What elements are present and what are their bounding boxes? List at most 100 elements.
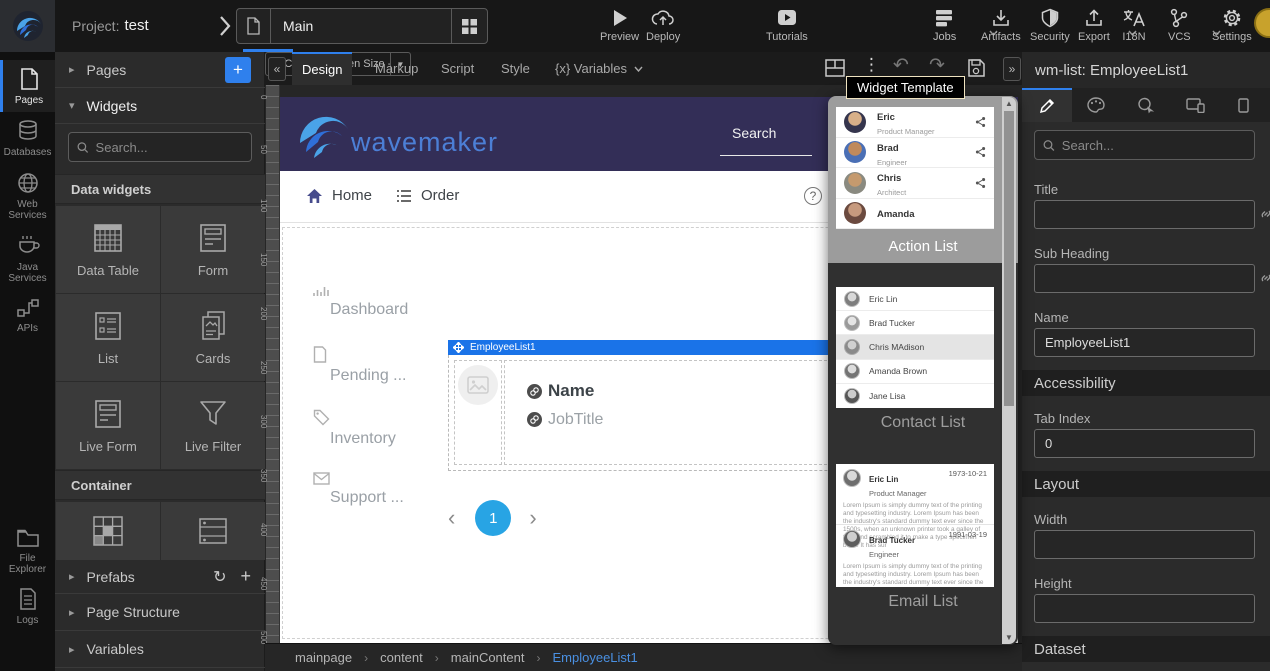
split-layout-icon[interactable] xyxy=(825,59,845,77)
popup-scrollbar[interactable]: ▲ ▼ xyxy=(1002,97,1016,644)
tab-events[interactable] xyxy=(1121,88,1171,122)
wavemaker-logo[interactable] xyxy=(0,0,55,52)
artifacts-menu[interactable]: Artifacts xyxy=(981,8,1021,43)
width-input[interactable] xyxy=(1034,530,1255,559)
properties-search[interactable] xyxy=(1034,130,1255,160)
add-page-button[interactable]: + xyxy=(225,57,251,83)
accessibility-section[interactable]: Accessibility xyxy=(1022,370,1270,396)
app-search-underline[interactable] xyxy=(720,155,812,156)
next-page-icon[interactable]: › xyxy=(529,505,536,531)
breadcrumb-maincontent[interactable]: mainContent xyxy=(451,650,525,665)
chevron-right-icon[interactable] xyxy=(218,14,232,38)
widget-tile-form[interactable]: Form xyxy=(161,206,265,293)
tutorials-button[interactable]: Tutorials xyxy=(766,8,808,43)
current-page-badge[interactable]: 1 xyxy=(475,500,511,536)
breadcrumb-employeelist1[interactable]: EmployeeList1 xyxy=(552,650,637,665)
template-contact-list[interactable]: Eric Lin Brad Tucker Chris MAdison Amand… xyxy=(836,287,994,408)
export-menu[interactable]: Export xyxy=(1078,8,1110,43)
widget-tile-live-form[interactable]: Live Form xyxy=(56,382,160,469)
rail-item-file-explorer[interactable]: File Explorer xyxy=(0,520,55,581)
layout-section[interactable]: Layout xyxy=(1022,471,1270,497)
app-search-label[interactable]: Search xyxy=(732,125,776,141)
scrollbar-thumb[interactable] xyxy=(1004,111,1014,406)
title-input[interactable] xyxy=(1034,200,1255,229)
prefabs-section-toggle[interactable]: ▸ Prefabs ↻ + xyxy=(55,560,265,594)
tab-style[interactable]: Style xyxy=(491,52,540,85)
rail-item-databases[interactable]: Databases xyxy=(0,112,55,164)
vcs-menu[interactable]: VCS xyxy=(1168,8,1191,43)
tab-markup[interactable]: Markup xyxy=(365,52,428,85)
widget-search[interactable] xyxy=(68,132,252,162)
height-input[interactable] xyxy=(1034,594,1255,623)
name-input[interactable] xyxy=(1034,328,1255,357)
save-icon[interactable] xyxy=(967,58,985,77)
user-avatar[interactable] xyxy=(1254,8,1270,38)
email-item: Brad TuckerEngineer 1991-03-19 Lorem Ips… xyxy=(836,525,994,586)
widget-tile-grid-layout[interactable] xyxy=(56,502,160,560)
template-email-list[interactable]: Eric LinProduct Manager 1973-10-21 Lorem… xyxy=(836,464,994,587)
widgets-section-toggle[interactable]: ▾ Widgets xyxy=(55,88,265,124)
page-structure-toggle[interactable]: ▸ Page Structure xyxy=(55,594,265,631)
page-tab-main[interactable]: Main xyxy=(236,8,488,44)
widget-tile-panel[interactable] xyxy=(161,502,265,560)
rail-item-pages[interactable]: Pages xyxy=(0,60,55,112)
bind-link-icon[interactable] xyxy=(1259,271,1270,285)
settings-menu[interactable]: Settings xyxy=(1212,8,1252,43)
tab-devices[interactable] xyxy=(1171,88,1221,122)
dataset-section[interactable]: Dataset xyxy=(1022,636,1270,662)
list-image-placeholder[interactable] xyxy=(454,360,502,465)
more-options-icon[interactable]: ⋮ xyxy=(863,55,880,75)
template-action-list[interactable]: EricProduct Manager BradEngineer ChrisAr… xyxy=(828,96,1018,263)
rail-item-java-services[interactable]: Java Services xyxy=(0,227,55,290)
refresh-prefabs-icon[interactable]: ↻ xyxy=(213,567,226,587)
properties-search-input[interactable] xyxy=(1062,138,1246,153)
picture-icon xyxy=(458,365,498,405)
subheading-input[interactable] xyxy=(1034,264,1255,293)
undo-icon[interactable]: ↶ xyxy=(893,54,909,77)
widget-search-input[interactable] xyxy=(96,140,243,155)
app-sidebar-dashboard[interactable]: Dashboard xyxy=(313,283,408,319)
rail-item-apis[interactable]: APIs xyxy=(0,290,55,340)
breadcrumb-content[interactable]: content xyxy=(380,650,423,665)
preview-button[interactable]: Preview xyxy=(600,8,639,43)
move-handle-icon[interactable] xyxy=(453,342,464,353)
app-nav-home[interactable]: Home xyxy=(306,187,372,204)
redo-icon[interactable]: ↷ xyxy=(929,54,945,77)
widget-tile-cards[interactable]: Cards xyxy=(161,294,265,381)
tabindex-input[interactable] xyxy=(1034,429,1255,458)
tab-properties[interactable] xyxy=(1022,88,1072,122)
variables-toggle[interactable]: ▸ Variables xyxy=(55,631,265,668)
tab-variables[interactable]: {x} Variables xyxy=(545,52,653,85)
scroll-down-icon[interactable]: ▼ xyxy=(1002,633,1016,642)
collapse-left-panel-button[interactable]: « xyxy=(268,57,286,81)
rail-item-logs[interactable]: Logs xyxy=(0,580,55,632)
widget-tile-list[interactable]: List xyxy=(56,294,160,381)
deploy-button[interactable]: Deploy xyxy=(646,8,680,43)
widget-tile-data-table[interactable]: Data Table xyxy=(56,206,160,293)
prev-page-icon[interactable]: ‹ xyxy=(448,505,455,531)
pages-section-toggle[interactable]: ▸ Pages + xyxy=(55,52,265,88)
collapse-right-panel-button[interactable]: » xyxy=(1003,57,1021,81)
pages-grid-icon[interactable] xyxy=(452,9,487,43)
help-icon[interactable]: ? xyxy=(804,187,822,205)
app-sidebar-pending[interactable]: Pending ... xyxy=(313,346,407,385)
jobs-menu[interactable]: Jobs xyxy=(933,8,956,43)
rail-item-web-services[interactable]: Web Services xyxy=(0,164,55,227)
security-menu[interactable]: Security xyxy=(1030,8,1070,43)
app-sidebar-inventory[interactable]: Inventory xyxy=(313,409,396,448)
caret-right-icon: ▸ xyxy=(69,570,75,583)
scroll-up-icon[interactable]: ▲ xyxy=(1002,99,1016,108)
tab-device-config[interactable] xyxy=(1220,88,1270,122)
app-sidebar-support[interactable]: Support ... xyxy=(313,472,404,507)
tab-design[interactable]: Design xyxy=(292,52,352,85)
avatar xyxy=(844,141,866,163)
app-nav-order[interactable]: Order xyxy=(396,187,459,204)
tab-script[interactable]: Script xyxy=(431,52,484,85)
i18n-menu[interactable]: I18N xyxy=(1122,8,1146,43)
add-prefab-icon[interactable]: + xyxy=(240,566,251,587)
bind-link-icon[interactable] xyxy=(1259,207,1270,221)
tab-styles[interactable] xyxy=(1072,88,1122,122)
binding-link-icon xyxy=(527,384,542,399)
breadcrumb-mainpage[interactable]: mainpage xyxy=(295,650,352,665)
widget-tile-live-filter[interactable]: Live Filter xyxy=(161,382,265,469)
